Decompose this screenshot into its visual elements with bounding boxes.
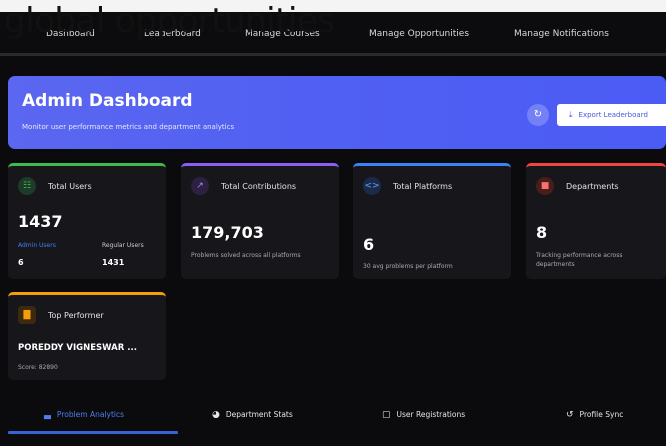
tab-user-registrations[interactable]: ▢ User Registrations: [382, 410, 465, 420]
tab-label: User Registrations: [396, 410, 466, 419]
tab-label: Profile Sync: [579, 410, 624, 419]
analytics-tabs: ▃ Problem Analytics ◕ Department Stats ▢ Us…: [0, 393, 666, 436]
top-performer-name: POREDDY VIGNESWAR ...: [18, 343, 137, 353]
calendar-icon: ▢: [382, 410, 391, 420]
card-title: Total Platforms: [393, 182, 453, 191]
top-performer-score: Score: 82890: [18, 364, 58, 371]
regular-users-label: Regular Users: [102, 242, 144, 249]
refresh-icon: ↻: [533, 109, 543, 120]
admin-users-value: 6: [18, 258, 24, 267]
total-platforms-desc: 30 avg problems per platform: [363, 263, 453, 270]
tab-profile-sync[interactable]: ↺ Profile Sync: [566, 410, 623, 420]
regular-users-value: 1431: [102, 258, 125, 267]
nav-item-manage-notifications[interactable]: Manage Notifications: [514, 29, 609, 39]
bar-chart-icon: ▃: [44, 410, 51, 420]
page-title: Admin Dashboard: [22, 91, 193, 111]
export-button-label: Export Leaderboard: [578, 111, 648, 119]
download-icon: ⤓: [569, 110, 573, 119]
users-icon: ☷: [18, 177, 36, 195]
page-subtitle: Monitor user performance metrics and dep…: [22, 123, 235, 131]
tab-department-stats[interactable]: ◕ Department Stats: [212, 410, 293, 420]
bar-chart-icon: ▇: [18, 306, 36, 324]
card-title: Departments: [566, 182, 619, 191]
admin-banner: Admin Dashboard Monitor user performance…: [8, 76, 666, 149]
refresh-button[interactable]: ↻: [527, 104, 549, 126]
card-title: Top Performer: [48, 311, 104, 320]
tab-label: Department Stats: [225, 410, 293, 419]
active-tab-indicator: [8, 431, 178, 434]
pie-chart-icon: ◕: [212, 410, 220, 420]
code-icon: <>: [363, 177, 381, 195]
building-icon: ■: [536, 177, 554, 195]
admin-users-label: Admin Users: [18, 242, 56, 249]
tab-problem-analytics[interactable]: ▃ Problem Analytics: [44, 410, 124, 420]
card-total-users: ☷ Total Users 1437 Admin Users 6 Regular…: [8, 163, 166, 279]
card-departments: ■ Departments 8 Tracking performance acr…: [526, 163, 666, 279]
overlay-caption: global opportunities: [4, 1, 335, 41]
card-title: Total Users: [48, 182, 92, 191]
total-contributions-value: 179,703: [191, 223, 264, 242]
sync-icon: ↺: [566, 410, 574, 420]
total-platforms-value: 6: [363, 235, 375, 254]
tab-label: Problem Analytics: [56, 410, 125, 419]
total-contributions-desc: Problems solved across all platforms: [191, 252, 301, 259]
nav-item-manage-opportunities[interactable]: Manage Opportunities: [369, 29, 469, 39]
export-leaderboard-button[interactable]: ⤓ Export Leaderboard: [557, 104, 666, 126]
card-total-contributions: ↗ Total Contributions 179,703 Problems s…: [181, 163, 339, 279]
total-users-value: 1437: [18, 212, 63, 231]
card-top-performer: ▇ Top Performer POREDDY VIGNESWAR ... Sc…: [8, 292, 166, 380]
card-total-platforms: <> Total Platforms 6 30 avg problems per…: [353, 163, 511, 279]
card-title: Total Contributions: [221, 182, 297, 191]
departments-desc: Tracking performance across departments: [536, 252, 623, 268]
departments-value: 8: [536, 223, 548, 242]
trend-icon: ↗: [191, 177, 209, 195]
